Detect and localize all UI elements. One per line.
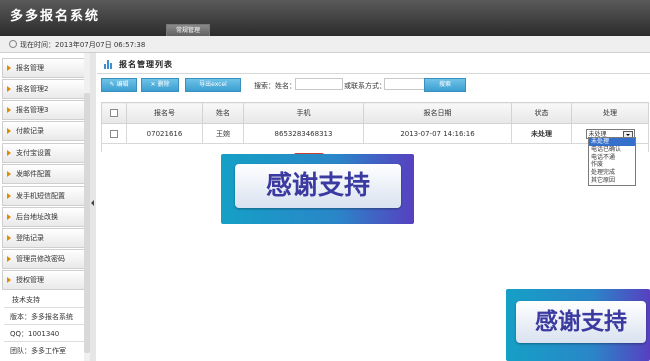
qq-info: QQ：1001340 — [10, 330, 60, 338]
sidebar-item-label: 发邮件配置 — [16, 170, 51, 178]
sidebar: 报名管理 报名管理2 报名管理3 付款记录 支付宝设置 发邮件配置 发手机短信配… — [0, 53, 89, 361]
sidebar-item-label: 报名管理2 — [16, 85, 49, 93]
sidebar-item-label: 报名管理 — [16, 64, 44, 72]
table-header-row: 报名号 姓名 手机 报名日期 状态 处理 — [101, 102, 649, 124]
delete-button[interactable]: ✕ 删除 — [141, 78, 179, 92]
sidebar-item-signup-management-2[interactable]: 报名管理2 — [2, 79, 85, 99]
time-bar: 现在时间：2013年07月07日 06:57:38 — [0, 36, 650, 53]
search-name-label: 搜索：姓名： — [254, 82, 296, 90]
sidebar-item-label: 授权管理 — [16, 276, 44, 284]
arrow-right-icon — [7, 193, 11, 199]
close-icon: ✕ — [150, 81, 156, 88]
app-title: 多多报名系统 — [10, 9, 101, 24]
pencil-icon: ✎ — [109, 81, 115, 88]
thanks-banner-text: 感谢支持 — [235, 164, 401, 208]
sidebar-item-label: 支付宝设置 — [16, 149, 51, 157]
arrow-right-icon — [7, 214, 11, 220]
sidebar-item-signup-management-3[interactable]: 报名管理3 — [2, 100, 85, 120]
divider — [4, 324, 84, 325]
delete-label: 删除 — [157, 81, 170, 88]
sidebar-item-login-records[interactable]: 登陆记录 — [2, 228, 85, 248]
top-header: 多多报名系统 常规管理 — [0, 0, 650, 37]
name-search-input[interactable] — [295, 78, 343, 90]
arrow-right-icon — [7, 107, 11, 113]
column-header: 报名日期 — [363, 102, 512, 124]
empty-cell — [101, 143, 649, 152]
sidebar-item-label: 报名管理3 — [16, 106, 49, 114]
signup-name: 王婉 — [202, 123, 244, 144]
sidebar-item-admin-url[interactable]: 后台地址改换 — [2, 207, 85, 227]
signup-phone: 8653283468313 — [243, 123, 364, 144]
current-time: 现在时间：2013年07月07日 06:57:38 — [20, 41, 146, 49]
arrow-right-icon — [7, 65, 11, 71]
sidebar-item-label: 登陆记录 — [16, 234, 44, 242]
clock-icon — [9, 40, 17, 48]
arrow-right-icon — [7, 235, 11, 241]
sidebar-item-label: 付款记录 — [16, 127, 44, 135]
arrow-right-icon — [7, 256, 11, 262]
sidebar-item-sms-config[interactable]: 发手机短信配置 — [2, 186, 85, 206]
arrow-right-icon — [7, 128, 11, 134]
panel-title: 报名管理列表 — [119, 60, 173, 69]
arrow-right-icon — [7, 86, 11, 92]
team-info: 团队：多多工作室 — [10, 347, 66, 355]
signup-id: 07021616 — [126, 123, 203, 144]
dropdown-option[interactable]: 电话已确认 — [589, 146, 635, 154]
sidebar-item-label: 管理员修改密码 — [16, 255, 65, 263]
arrow-right-icon — [7, 150, 11, 156]
toolbar: ✎ 编辑 ✕ 删除 导出excel 搜索：姓名： 或联系方式： 搜索 — [97, 75, 650, 93]
select-all-column — [101, 102, 127, 124]
dropdown-option[interactable]: 其它原因 — [589, 177, 635, 185]
sidebar-item-payment-records[interactable]: 付款记录 — [2, 121, 85, 141]
column-header: 处理 — [571, 102, 649, 124]
divider — [4, 341, 84, 342]
sidebar-collapse-handle[interactable] — [90, 53, 96, 361]
edit-button[interactable]: ✎ 编辑 — [101, 78, 137, 92]
edit-label: 编辑 — [116, 81, 129, 88]
chevron-left-icon[interactable] — [91, 200, 94, 206]
thanks-banner-text: 感谢支持 — [516, 301, 646, 343]
support-title: 技术支持 — [12, 296, 40, 304]
sidebar-item-label: 后台地址改换 — [16, 213, 58, 221]
arrow-right-icon — [7, 171, 11, 177]
search-button[interactable]: 搜索 — [424, 78, 466, 92]
arrow-right-icon — [7, 277, 11, 283]
action-dropdown-list: 未处理 电话已确认 电话不通 作废 处理完成 其它原因 — [588, 137, 636, 186]
sidebar-item-label: 发手机短信配置 — [16, 192, 65, 200]
sidebar-item-admin-password[interactable]: 管理员修改密码 — [2, 249, 85, 269]
divider — [4, 307, 84, 308]
export-excel-button[interactable]: 导出excel — [185, 78, 241, 92]
sidebar-item-email-config[interactable]: 发邮件配置 — [2, 164, 85, 184]
signup-date: 2013-07-07 14:16:16 — [363, 123, 512, 144]
select-all-checkbox[interactable] — [110, 109, 118, 117]
column-header: 状态 — [511, 102, 572, 124]
column-header: 手机 — [243, 102, 364, 124]
table-row[interactable]: 07021616 王婉 8653283468313 2013-07-07 14:… — [101, 123, 649, 144]
row-select-cell — [101, 123, 127, 144]
contact-label: 或联系方式： — [344, 82, 386, 90]
sidebar-item-license[interactable]: 授权管理 — [2, 270, 85, 290]
column-header: 姓名 — [202, 102, 244, 124]
sidebar-item-signup-management[interactable]: 报名管理 — [2, 58, 85, 78]
dropdown-option[interactable]: 处理完成 — [589, 169, 635, 177]
dropdown-option[interactable]: 未处理 — [589, 138, 635, 146]
column-header: 报名号 — [126, 102, 203, 124]
thanks-banner-small[interactable]: 感谢支持 — [506, 289, 650, 361]
thanks-banner[interactable]: 感谢支持 — [221, 154, 414, 224]
row-checkbox[interactable] — [110, 129, 118, 138]
bar-chart-icon — [104, 60, 113, 69]
status-badge: 未处理 — [511, 123, 572, 144]
signup-table: 报名号 姓名 手机 报名日期 状态 处理 07021616 王婉 8653283… — [101, 102, 649, 152]
table-row-empty — [101, 143, 649, 152]
export-label: 导出excel — [199, 81, 227, 88]
panel-header: 报名管理列表 — [97, 55, 650, 74]
version-info: 版本：多多报名系统 — [10, 313, 73, 321]
sidebar-item-alipay-settings[interactable]: 支付宝设置 — [2, 143, 85, 163]
